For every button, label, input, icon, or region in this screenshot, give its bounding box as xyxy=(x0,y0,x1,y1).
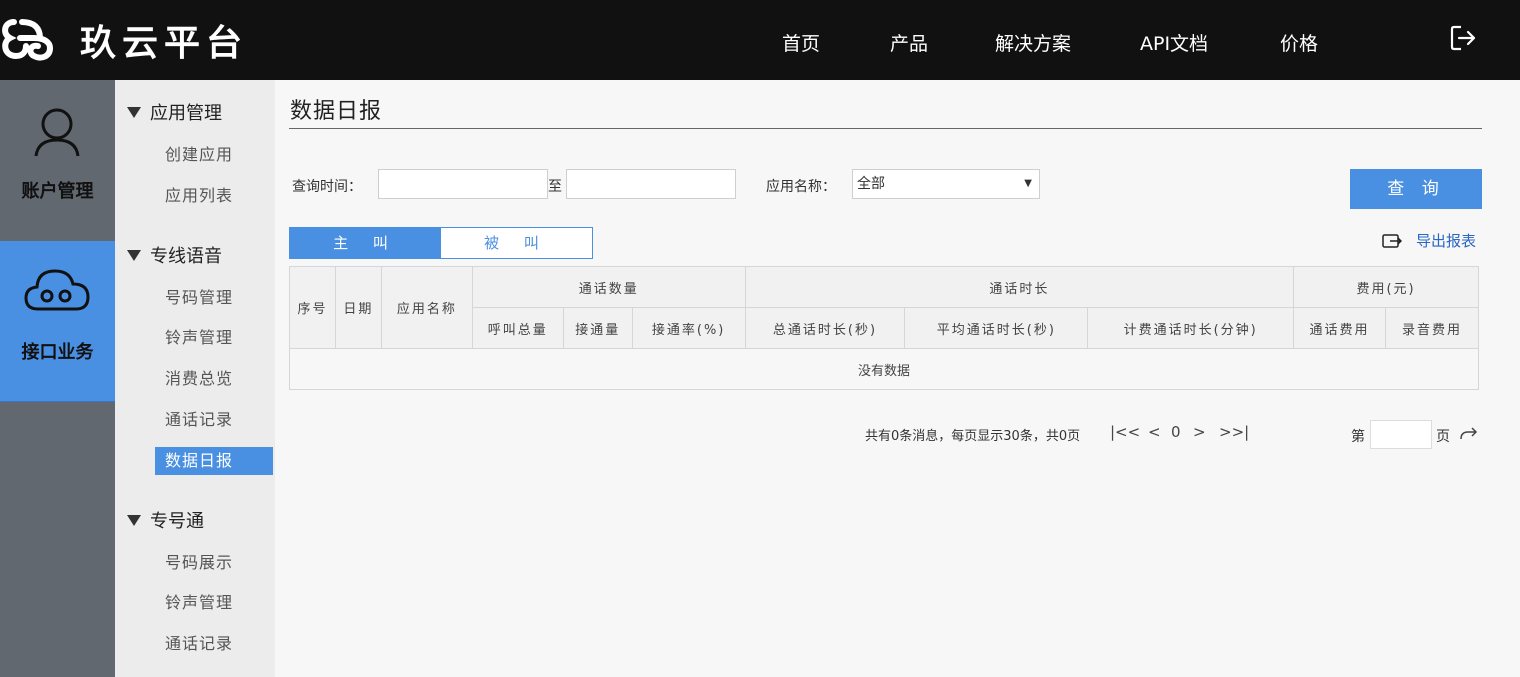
header-call-count: 通话数量 xyxy=(471,266,746,308)
sidebar-item-consumption-overview[interactable]: 消费总览 xyxy=(155,365,273,393)
start-date-input[interactable] xyxy=(378,169,548,199)
report-table: 序号 日期 应用名称 通话数量 通话时长 费用(元) 呼叫总量 接通量 接通率(… xyxy=(289,266,1479,390)
divider xyxy=(289,128,1482,129)
header-app-name: 应用名称 xyxy=(380,266,473,349)
header-date: 日期 xyxy=(334,266,382,349)
nav-products[interactable]: 产品 xyxy=(890,29,928,56)
next-page-button[interactable]: > xyxy=(1193,423,1206,441)
page-prefix-label: 第 xyxy=(1351,429,1365,445)
nav-pricing[interactable]: 价格 xyxy=(1280,29,1318,56)
page-title: 数据日报 xyxy=(290,99,383,124)
header-fee: 费用(元) xyxy=(1293,266,1479,308)
pagination-info: 共有0条消息，每页显示30条，共0页 xyxy=(865,429,1081,444)
sidebar-item-daily-report[interactable]: 数据日报 xyxy=(155,447,273,475)
sidebar-item-ringtone-management[interactable]: 铃声管理 xyxy=(155,324,273,352)
last-page-button[interactable]: >>| xyxy=(1219,423,1249,441)
current-page-number: 0 xyxy=(1171,423,1181,441)
logo-text: 玖云平台 xyxy=(80,23,249,64)
header-total-calls: 呼叫总量 xyxy=(471,307,564,349)
export-icon xyxy=(1382,233,1402,248)
group-app-management[interactable]: 应用管理 xyxy=(127,99,222,125)
nav-api-docs[interactable]: API文档 xyxy=(1140,29,1208,56)
sidebar-item-call-records[interactable]: 通话记录 xyxy=(155,406,273,434)
to-label: 至 xyxy=(548,179,562,195)
header-call-fee: 通话费用 xyxy=(1293,307,1387,349)
header-seq: 序号 xyxy=(289,266,336,349)
triangle-down-icon xyxy=(127,514,141,526)
group-title: 应用管理 xyxy=(150,103,222,124)
group-dedicated-number[interactable]: 专号通 xyxy=(127,507,204,533)
cloud-icon xyxy=(24,269,90,311)
table-row: 没有数据 xyxy=(289,348,1479,390)
header-total-duration: 总通话时长(秒) xyxy=(744,307,906,349)
tab-incoming[interactable]: 被 叫 xyxy=(441,228,592,258)
header-recording-fee: 录音费用 xyxy=(1385,307,1479,349)
page-number-input[interactable] xyxy=(1370,420,1432,449)
sidebar-item-number-display[interactable]: 号码展示 xyxy=(155,549,273,577)
triangle-down-icon xyxy=(127,106,141,118)
export-report-link[interactable]: 导出报表 xyxy=(1382,230,1476,251)
header-avg-duration: 平均通话时长(秒) xyxy=(904,307,1089,349)
nav-solutions[interactable]: 解决方案 xyxy=(995,29,1071,56)
sidebar-item-account[interactable]: 账户管理 xyxy=(0,80,115,241)
sidebar-item-label: 接口业务 xyxy=(21,342,94,363)
app-name-label: 应用名称： xyxy=(766,179,836,195)
group-title: 专线语音 xyxy=(150,246,222,267)
group-dedicated-voice[interactable]: 专线语音 xyxy=(127,242,222,268)
tab-outgoing[interactable]: 主 叫 xyxy=(290,228,441,258)
app-name-selected: 全部 xyxy=(857,176,885,192)
sidebar-item-call-records[interactable]: 通话记录 xyxy=(155,630,273,658)
sidebar-item-number-management[interactable]: 号码管理 xyxy=(155,284,273,312)
logout-icon[interactable] xyxy=(1447,22,1479,54)
group-title: 专号通 xyxy=(150,511,204,532)
main-sidebar: 账户管理 接口业务 xyxy=(0,80,115,677)
user-icon xyxy=(34,108,80,157)
header-billed-duration: 计费通话时长(分钟) xyxy=(1087,307,1295,349)
call-direction-tabs: 主 叫 被 叫 xyxy=(289,227,593,259)
top-navigation-bar: 玖云平台 首页 产品 解决方案 API文档 价格 xyxy=(0,0,1520,80)
sidebar-item-create-app[interactable]: 创建应用 xyxy=(155,141,273,169)
sub-sidebar: 应用管理 创建应用 应用列表 专线语音 号码管理 铃声管理 消费总览 通话记录 … xyxy=(115,80,275,677)
logo-mark-icon xyxy=(2,19,54,61)
empty-message: 没有数据 xyxy=(289,348,1479,390)
app-name-select[interactable]: 全部 ▼ xyxy=(852,169,1040,199)
query-time-label: 查询时间： xyxy=(292,179,362,195)
sidebar-item-ringtone-management[interactable]: 铃声管理 xyxy=(155,589,273,617)
sidebar-item-app-list[interactable]: 应用列表 xyxy=(155,182,273,210)
query-button[interactable]: 查 询 xyxy=(1350,169,1482,209)
go-arrow-icon[interactable] xyxy=(1460,426,1478,440)
caret-down-icon: ▼ xyxy=(1024,178,1032,189)
export-label: 导出报表 xyxy=(1416,232,1477,250)
page-suffix-label: 页 xyxy=(1436,429,1450,445)
prev-page-button[interactable]: < xyxy=(1148,423,1161,441)
header-call-duration: 通话时长 xyxy=(744,266,1295,308)
header-connect-rate: 接通率(%) xyxy=(631,307,746,349)
sidebar-item-label: 账户管理 xyxy=(21,181,94,202)
first-page-button[interactable]: |<< xyxy=(1110,423,1140,441)
logo[interactable]: 玖云平台 xyxy=(0,12,248,68)
header-connected: 接通量 xyxy=(562,307,633,349)
sidebar-item-interface[interactable]: 接口业务 xyxy=(0,241,115,402)
nav-home[interactable]: 首页 xyxy=(782,29,820,56)
end-date-input[interactable] xyxy=(566,169,736,199)
triangle-down-icon xyxy=(127,249,141,261)
